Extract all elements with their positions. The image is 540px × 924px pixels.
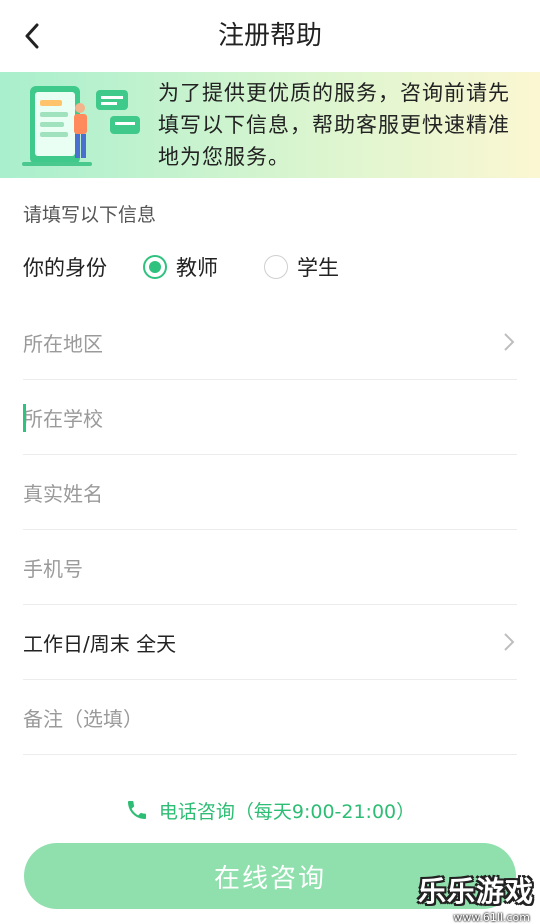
radio-option-student[interactable]: 学生 — [264, 252, 339, 282]
name-placeholder: 真实姓名 — [23, 481, 103, 506]
banner-text: 为了提供更优质的服务，咨询前请先填写以下信息，帮助客服更快速精准地为您服务。 — [158, 81, 510, 169]
phone-consult-text: 电话咨询（每天9:00-21:00） — [158, 800, 416, 823]
identity-row: 你的身份 教师 学生 — [23, 250, 523, 284]
section-label: 请填写以下信息 — [23, 204, 157, 226]
watermark-text: 乐乐游戏 — [417, 875, 534, 908]
identity-label: 你的身份 — [23, 256, 107, 280]
school-field[interactable]: 所在学校 — [23, 380, 517, 455]
phone-placeholder: 手机号 — [23, 556, 83, 581]
text-cursor — [23, 404, 26, 432]
phone-consult-link[interactable]: 电话咨询（每天9:00-21:00） — [0, 794, 540, 826]
customer-service-illustration — [22, 86, 140, 166]
remark-field[interactable]: 备注（选填） — [23, 680, 517, 755]
region-placeholder: 所在地区 — [23, 331, 103, 356]
school-placeholder: 所在学校 — [23, 406, 103, 431]
radio-label-teacher: 教师 — [176, 256, 218, 280]
phone-field[interactable]: 手机号 — [23, 530, 517, 605]
top-bar: 注册帮助 — [0, 0, 540, 72]
watermark-url: www.61ll.com — [453, 911, 530, 924]
radio-label-student: 学生 — [297, 256, 339, 280]
watermark-logo: 乐乐游戏 www.61ll.com — [412, 874, 540, 924]
page-title: 注册帮助 — [217, 21, 322, 51]
time-field[interactable]: 工作日/周末 全天 — [23, 605, 517, 680]
remark-placeholder: 备注（选填） — [23, 706, 143, 731]
time-value: 工作日/周末 全天 — [23, 631, 177, 656]
chevron-right-icon — [504, 333, 515, 351]
name-field[interactable]: 真实姓名 — [23, 455, 517, 530]
radio-checked-icon[interactable] — [143, 255, 167, 279]
chevron-right-icon — [504, 633, 515, 651]
phone-icon — [127, 801, 146, 819]
region-field[interactable]: 所在地区 — [23, 305, 517, 380]
radio-option-teacher[interactable]: 教师 — [143, 252, 218, 282]
info-banner: 为了提供更优质的服务，咨询前请先填写以下信息，帮助客服更快速精准地为您服务。 — [0, 72, 540, 178]
radio-unchecked-icon[interactable] — [264, 255, 288, 279]
